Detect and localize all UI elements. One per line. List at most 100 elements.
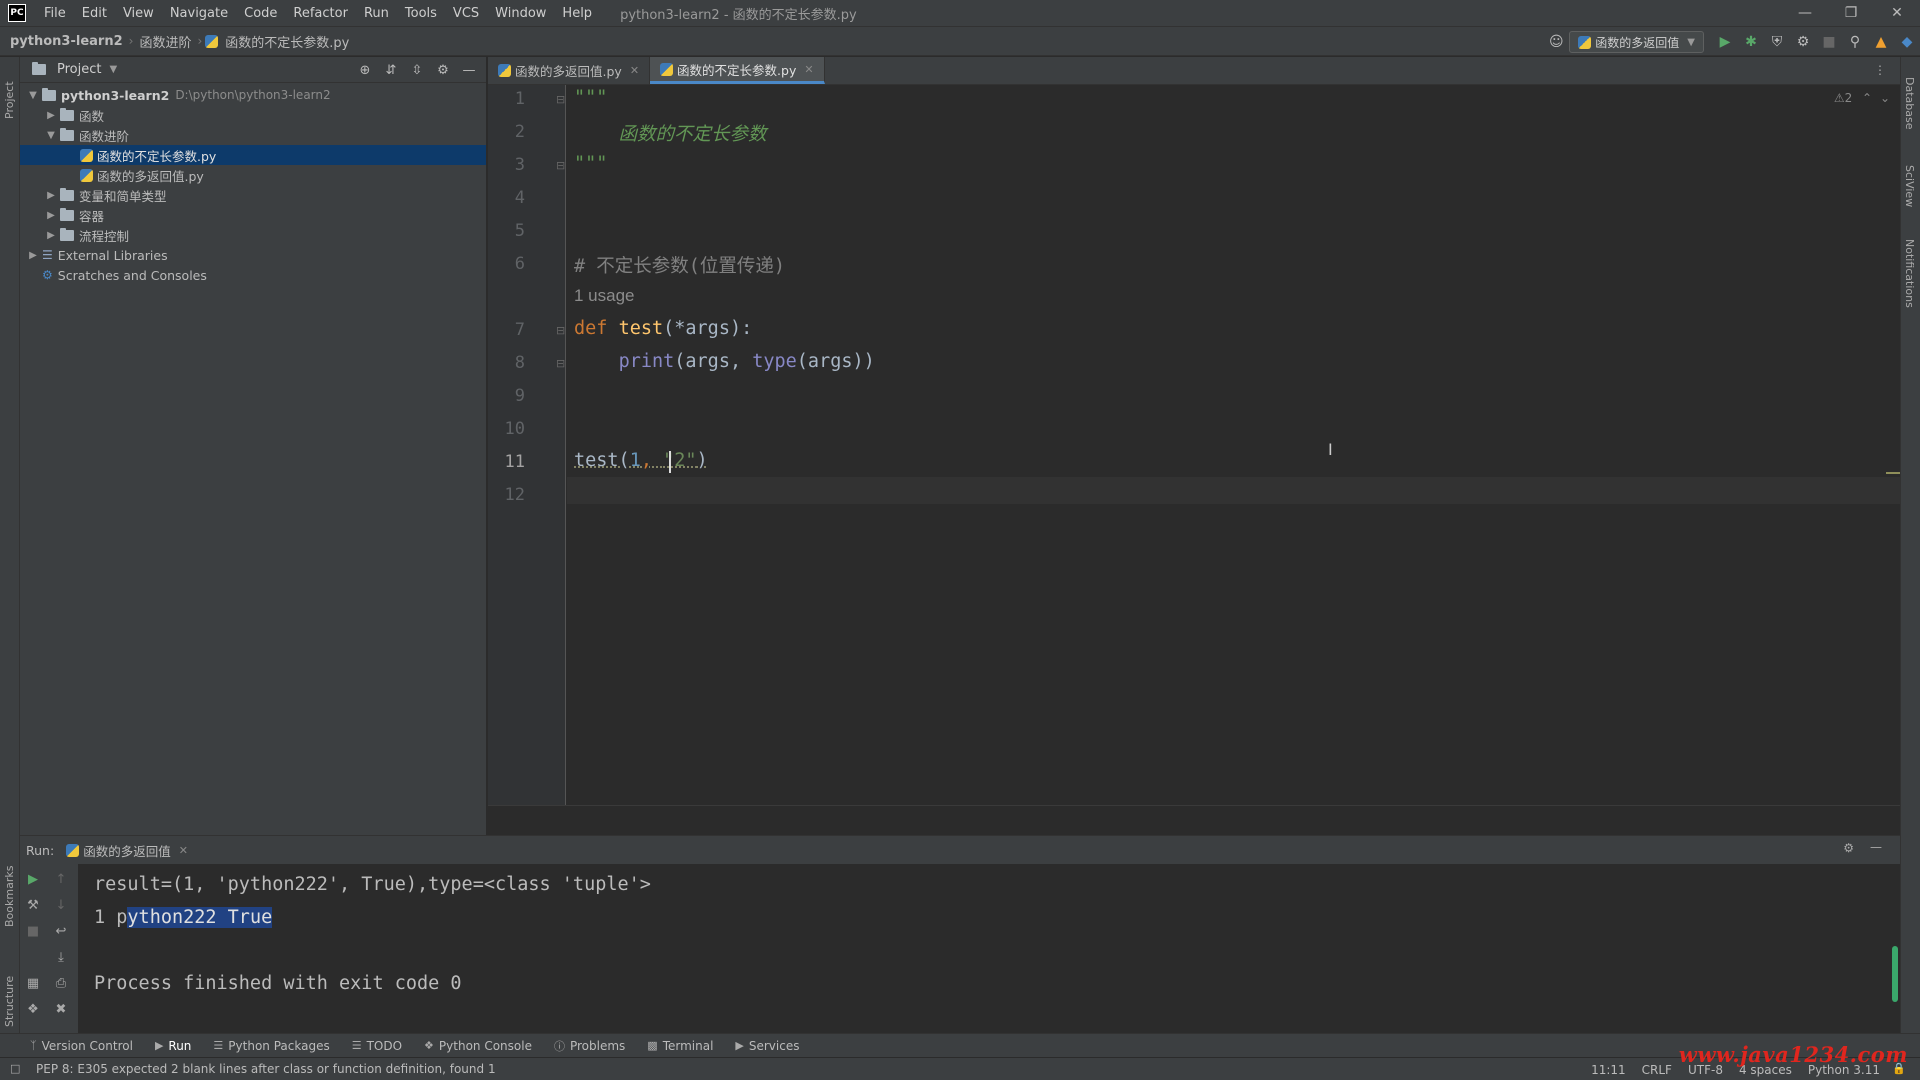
tree-item-folder[interactable]: ▶ 变量和简单类型 [20,185,486,205]
tool-todo[interactable]: ☰ TODO [352,1039,402,1053]
edit-config-icon[interactable]: ⚒ [22,894,44,916]
update-icon[interactable]: ▲ [1868,29,1894,55]
scrollbar-marker[interactable] [1886,472,1900,474]
breadcrumb-project[interactable]: python3-learn2 [0,34,126,49]
notifications-tool-button[interactable]: Notifications [1903,239,1916,308]
tool-problems[interactable]: ⓘ Problems [554,1038,625,1054]
menu-edit[interactable]: Edit [74,6,115,21]
more-tabs-icon[interactable]: ⋮ [1874,63,1886,77]
menu-navigate[interactable]: Navigate [162,6,236,21]
collapse-all-icon[interactable]: ⇳ [406,59,428,81]
settings-gear-icon[interactable]: ⚙ [432,59,454,81]
close-window-icon[interactable]: ✕ [1874,0,1920,26]
coverage-icon[interactable]: ⛨ [1764,29,1790,55]
database-tool-button[interactable]: Database [1903,77,1916,130]
menu-vcs[interactable]: VCS [445,6,487,21]
fold-icon[interactable]: ⊟ [556,159,565,172]
menu-help[interactable]: Help [554,6,600,21]
tree-item-file-selected[interactable]: 函数的不定长参数.py [20,145,486,165]
chevron-down-icon[interactable]: ▼ [44,130,58,141]
menu-refactor[interactable]: Refactor [285,6,356,21]
chevron-down-icon[interactable]: ▼ [109,64,117,75]
breadcrumb-folder[interactable]: 函数进阶 [136,32,194,51]
tree-item-folder[interactable]: ▶ 函数 [20,105,486,125]
tree-item-scratches[interactable]: ⚙ Scratches and Consoles [20,265,486,285]
chevron-right-icon[interactable]: ▶ [44,210,58,221]
fold-icon[interactable]: ⊟ [556,357,565,370]
chevron-down-icon[interactable]: ▼ [26,90,40,101]
tool-run[interactable]: ▶ Run [155,1039,191,1053]
stop-icon[interactable]: ■ [1816,29,1842,55]
usage-hint[interactable]: 1 usage [574,286,635,306]
project-tool-button[interactable]: Project [3,81,16,119]
scroll-to-end-icon[interactable]: ⤓ [50,946,72,968]
minimize-icon[interactable]: — [1782,0,1828,26]
tree-item-folder[interactable]: ▶ 容器 [20,205,486,225]
console-output[interactable]: result=(1, 'python222', True),type=<clas… [94,864,1876,1034]
sciview-tool-button[interactable]: SciView [1903,165,1916,207]
menu-run[interactable]: Run [356,6,397,21]
tool-terminal[interactable]: ▩ Terminal [647,1039,713,1053]
clear-trash-icon[interactable]: ✖ [50,998,72,1020]
bookmarks-tool-button[interactable]: Bookmarks [3,866,16,927]
tree-item-folder[interactable]: ▼ 函数进阶 [20,125,486,145]
close-tab-icon[interactable]: ✕ [804,63,813,76]
caret-position[interactable]: 11:11 [1591,1063,1626,1077]
tree-item-folder[interactable]: ▶ 流程控制 [20,225,486,245]
code-area[interactable]: """ 函数的不定长参数 """ # 不定长参数(位置传递) 1 usage d… [574,85,1900,805]
restore-icon[interactable]: ❐ [1828,0,1874,26]
line-separator[interactable]: CRLF [1642,1063,1672,1077]
scroll-up-icon[interactable]: ↑ [50,868,72,890]
fold-icon[interactable]: ⊟ [556,324,565,337]
chevron-up-icon[interactable]: ⌃ [1862,91,1872,105]
status-message[interactable]: PEP 8: E305 expected 2 blank lines after… [36,1062,496,1076]
run-icon[interactable]: ▶ [1712,29,1738,55]
close-tab-icon[interactable]: ✕ [179,844,188,857]
chevron-right-icon[interactable]: ▶ [44,230,58,241]
chevron-right-icon[interactable]: ▶ [44,110,58,121]
tab-multiple-return-values[interactable]: 函数的多返回值.py ✕ [488,57,651,84]
chevron-right-icon[interactable]: ▶ [44,190,58,201]
scroll-down-icon[interactable]: ↓ [50,894,72,916]
tool-version-control[interactable]: ᛉ Version Control [30,1039,133,1053]
project-view-select[interactable]: Project [57,62,101,77]
breadcrumb-file[interactable]: 函数的不定长参数.py [222,32,352,51]
editor-horizontal-scrollbar[interactable] [488,805,1900,835]
locate-file-icon[interactable]: ⊕ [354,59,376,81]
pycharm-logo-icon[interactable]: PC [8,4,26,22]
hide-panel-icon[interactable]: — [1870,840,1882,854]
debug-icon[interactable]: ✱ [1738,29,1764,55]
tree-item-file[interactable]: 函数的多返回值.py [20,165,486,185]
layout-icon[interactable]: ▦ [22,972,44,994]
tree-item-root[interactable]: ▼ python3-learn2 D:\python\python3-learn… [20,85,486,105]
account-icon[interactable]: ☺ [1543,29,1569,55]
menu-tools[interactable]: Tools [397,6,445,21]
hide-panel-icon[interactable]: — [458,59,480,81]
tool-python-console[interactable]: ❖ Python Console [424,1039,532,1053]
chevron-down-icon[interactable]: ⌄ [1880,91,1890,105]
settings-gear-icon[interactable]: ⚙ [1843,841,1854,855]
jetbrains-icon[interactable]: ◆ [1894,29,1920,55]
tool-services[interactable]: ▶ Services [735,1039,799,1053]
stop-icon[interactable]: ■ [22,920,44,942]
chevron-right-icon[interactable]: ▶ [26,250,40,261]
menu-window[interactable]: Window [487,6,554,21]
tool-python-packages[interactable]: ☰ Python Packages [213,1039,329,1053]
tab-variable-arguments[interactable]: 函数的不定长参数.py ✕ [650,57,825,84]
tree-item-external-libraries[interactable]: ▶ ☰ External Libraries [20,245,486,265]
print-icon[interactable]: ⎙ [50,972,72,994]
rerun-icon[interactable]: ▶ [22,868,44,890]
pin-icon[interactable]: ❖ [22,998,44,1020]
close-tab-icon[interactable]: ✕ [630,64,639,77]
toggle-tool-windows-icon[interactable]: □ [10,1062,20,1075]
console-scrollbar[interactable] [1892,946,1898,1002]
soft-wrap-icon[interactable]: ↩ [50,920,72,942]
expand-all-icon[interactable]: ⇵ [380,59,402,81]
inspection-widget[interactable]: ⚠2 ⌃ ⌄ [1834,91,1890,105]
menu-file[interactable]: File [36,6,74,21]
run-tab[interactable]: 函数的多返回值 ✕ [66,841,188,860]
fold-icon[interactable]: ⊟ [556,93,565,106]
search-everywhere-icon[interactable]: ⚲ [1842,29,1868,55]
menu-view[interactable]: View [115,6,162,21]
menu-code[interactable]: Code [236,6,285,21]
